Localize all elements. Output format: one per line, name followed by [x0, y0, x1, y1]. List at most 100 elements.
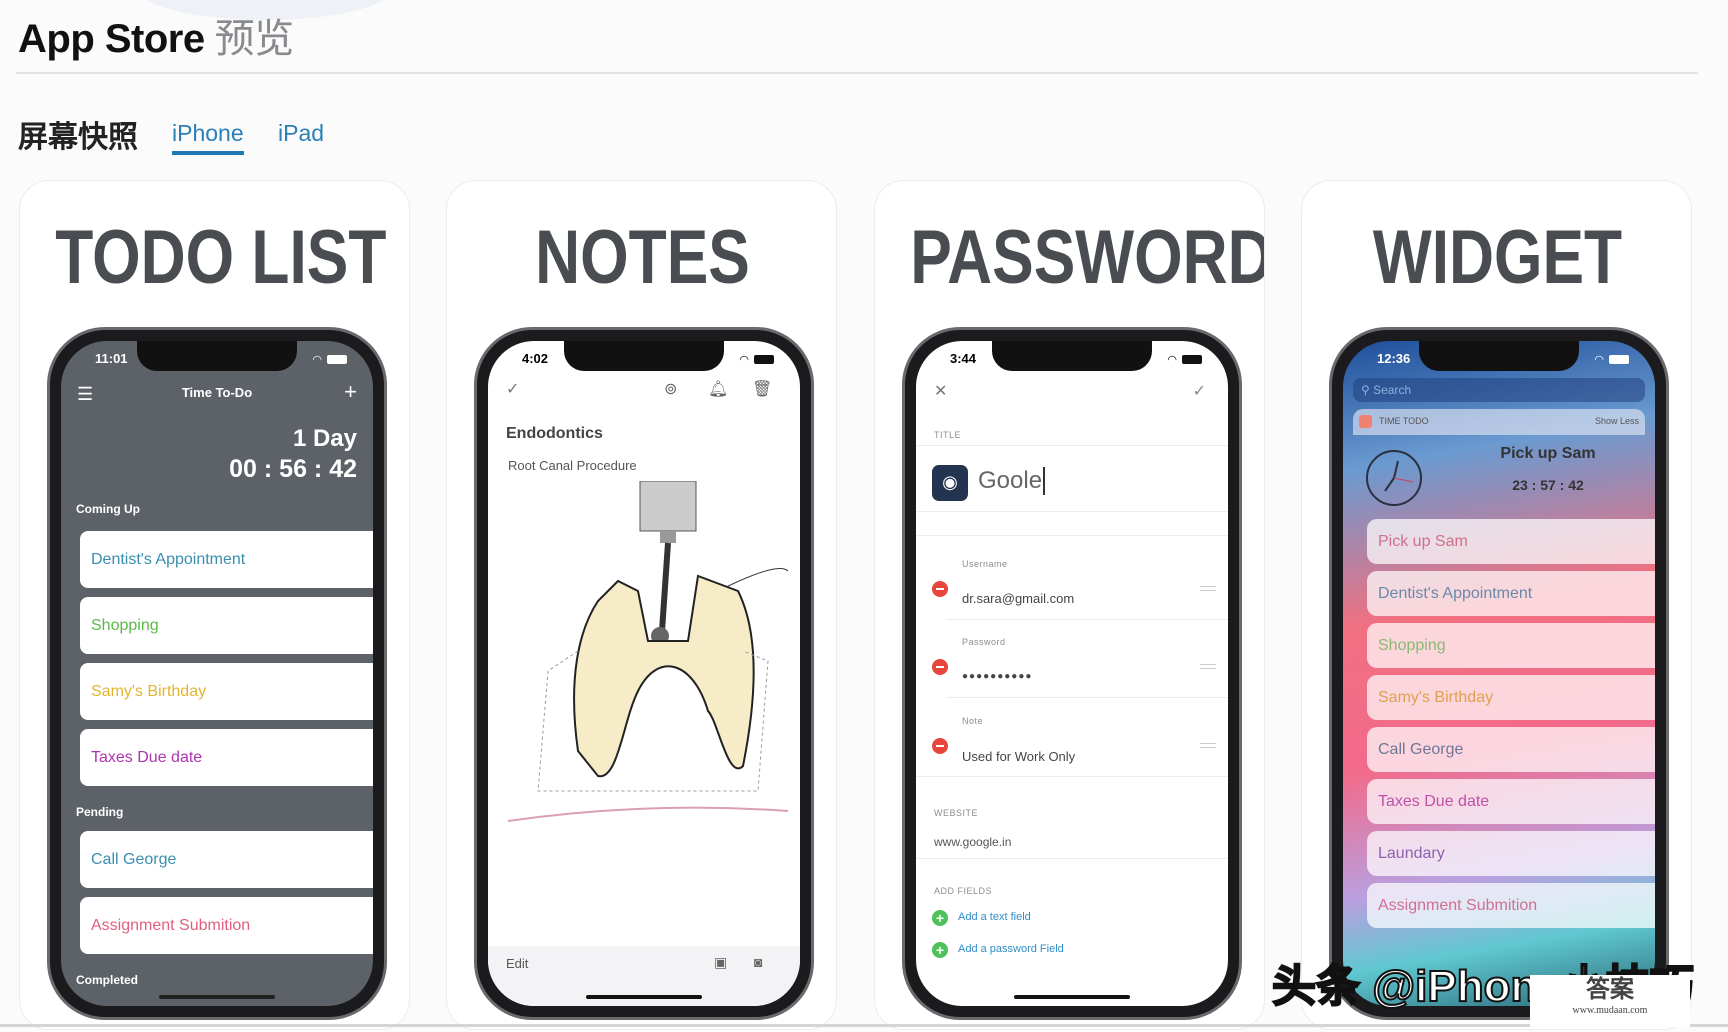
event-countdown: 23 : 57 : 42 — [1512, 477, 1584, 493]
wifi-icon: ◠ — [1167, 354, 1177, 366]
wifi-icon: ◠ — [739, 354, 749, 366]
share-icon[interactable]: ⊚ — [664, 379, 677, 399]
card-title: NOTES — [535, 215, 750, 300]
notch — [1419, 341, 1579, 371]
todo-item[interactable]: Shopping — [80, 597, 373, 654]
image-icon[interactable]: ▣ — [714, 954, 727, 971]
section-title: 屏幕快照 — [18, 121, 138, 154]
clock-icon — [1366, 450, 1422, 506]
screenshot-card-widget[interactable]: WIDGET 12:36 ◠ ⚲ Search TIME TODO Show L… — [1301, 180, 1692, 1030]
section-coming-up: Coming Up — [76, 502, 140, 516]
widget-item[interactable]: Laundary — [1367, 831, 1655, 876]
mudaan-logo: 答案 www.mudaan.com — [1530, 975, 1690, 1027]
divider — [916, 511, 1228, 512]
note-title: Endodontics — [506, 425, 603, 442]
search-input[interactable]: ⚲ Search — [1353, 378, 1645, 402]
widget-header: TIME TODO Show Less — [1353, 409, 1645, 435]
add-icon[interactable]: + — [344, 379, 357, 405]
username-field[interactable]: dr.sara@gmail.com — [962, 591, 1074, 606]
todo-item[interactable]: Taxes Due date — [80, 729, 373, 786]
status-time: 4:02 — [522, 351, 549, 366]
widget-item[interactable]: Samy's Birthday — [1367, 675, 1655, 720]
divider — [916, 776, 1228, 777]
page-title: App Store 预览 — [18, 6, 294, 64]
logo-url: www.mudaan.com — [1572, 1005, 1648, 1016]
widget-item[interactable]: Dentist's Appointment — [1367, 571, 1655, 616]
widget-app-name: TIME TODO — [1379, 416, 1429, 426]
screenshot-card-todo[interactable]: TODO LIST 11:01 ◠ ☰ Time To-Do + 1 Day 0… — [19, 180, 410, 1030]
phone-frame: 12:36 ◠ ⚲ Search TIME TODO Show Less Pic… — [1329, 327, 1669, 1020]
countdown-day: 1 Day — [292, 425, 357, 452]
widget-item[interactable]: Assignment Submition — [1367, 883, 1655, 928]
divider — [946, 697, 1228, 698]
bell-icon[interactable]: 🔔︎ — [708, 379, 728, 399]
section-pending: Pending — [76, 805, 124, 819]
tab-iphone[interactable]: iPhone — [172, 120, 244, 155]
phone-screen: 12:36 ◠ ⚲ Search TIME TODO Show Less Pic… — [1343, 341, 1655, 1006]
widget-item[interactable]: Shopping — [1367, 623, 1655, 668]
todo-item[interactable]: Samy's Birthday — [80, 663, 373, 720]
todo-item[interactable]: Dentist's Appointment — [80, 531, 373, 588]
drag-handle-icon[interactable] — [1200, 743, 1216, 748]
tooth-drawing-image — [508, 481, 788, 822]
screenshot-card-passwords[interactable]: PASSWORDS 3:44 ◠ ✕ ✓ TITLE ◉ Goole Usern… — [874, 180, 1265, 1030]
status-time: 11:01 — [95, 351, 128, 366]
website-field[interactable]: www.google.in — [934, 835, 1011, 849]
divider — [16, 72, 1698, 74]
add-fields-label: ADD FIELDS — [934, 886, 993, 896]
screenshot-card-notes[interactable]: NOTES 4:02 ◠ ✓ ⊚ 🔔︎ 🗑︎ Endodontics Root … — [446, 180, 837, 1030]
todo-item[interactable]: Assignment Submition — [80, 897, 373, 954]
card-title: PASSWORDS — [910, 215, 1264, 300]
add-icon[interactable]: + — [932, 910, 948, 926]
widget-item[interactable]: Pick up Sam — [1367, 519, 1655, 564]
todo-item[interactable]: Call George — [80, 831, 373, 888]
home-indicator — [586, 995, 702, 999]
title-label: TITLE — [934, 430, 962, 440]
drag-handle-icon[interactable] — [1200, 586, 1216, 591]
notch — [564, 341, 724, 371]
add-text-field-button[interactable]: Add a text field — [958, 911, 1031, 923]
status-time: 12:36 — [1377, 351, 1411, 366]
divider — [916, 858, 1228, 859]
wifi-icon: ◠ — [312, 354, 322, 366]
password-field[interactable]: ●●●●●●●●●● — [962, 671, 1032, 682]
add-icon[interactable]: + — [932, 942, 948, 958]
status-icons: ◠ — [739, 353, 774, 366]
remove-icon[interactable] — [932, 659, 948, 675]
widget-item[interactable]: Call George — [1367, 727, 1655, 772]
edit-button[interactable]: Edit — [506, 956, 528, 971]
home-indicator — [1014, 995, 1130, 999]
nav-title: Time To-Do — [181, 385, 253, 400]
bottom-divider — [0, 1024, 1728, 1027]
remove-icon[interactable] — [932, 581, 948, 597]
note-field[interactable]: Used for Work Only — [962, 749, 1075, 764]
note-subtitle: Root Canal Procedure — [508, 458, 637, 473]
tab-ipad[interactable]: iPad — [278, 120, 324, 147]
event-title: Pick up Sam — [1500, 445, 1596, 462]
check-icon[interactable]: ✓ — [506, 379, 519, 399]
widget-item[interactable]: Taxes Due date — [1367, 779, 1655, 824]
phone-screen: 4:02 ◠ ✓ ⊚ 🔔︎ 🗑︎ Endodontics Root Canal … — [488, 341, 800, 1006]
status-icons: ◠ — [1594, 353, 1629, 366]
search-placeholder: Search — [1373, 383, 1412, 397]
drag-handle-icon[interactable] — [1200, 664, 1216, 669]
close-icon[interactable]: ✕ — [934, 381, 947, 401]
phone-frame: 3:44 ◠ ✕ ✓ TITLE ◉ Goole Username dr.sar… — [902, 327, 1242, 1020]
card-title: WIDGET — [1372, 215, 1623, 300]
status-time: 3:44 — [950, 351, 977, 366]
divider — [916, 445, 1228, 446]
check-icon[interactable]: ✓ — [1193, 381, 1206, 401]
add-password-field-button[interactable]: Add a password Field — [958, 943, 1064, 955]
camera-icon[interactable]: ◙ — [754, 954, 762, 970]
phone-frame: 11:01 ◠ ☰ Time To-Do + 1 Day 00 : 56 : 4… — [47, 327, 387, 1020]
battery-icon — [754, 355, 774, 364]
trash-icon[interactable]: 🗑︎ — [752, 379, 772, 399]
title-input[interactable]: Goole — [978, 467, 1046, 495]
show-less-button[interactable]: Show Less — [1595, 416, 1639, 426]
divider — [946, 619, 1228, 620]
battery-icon — [1182, 355, 1202, 364]
password-label: Password — [962, 637, 1006, 647]
remove-icon[interactable] — [932, 738, 948, 754]
phone-screen: 11:01 ◠ ☰ Time To-Do + 1 Day 00 : 56 : 4… — [61, 341, 373, 1006]
note-label: Note — [962, 716, 984, 726]
